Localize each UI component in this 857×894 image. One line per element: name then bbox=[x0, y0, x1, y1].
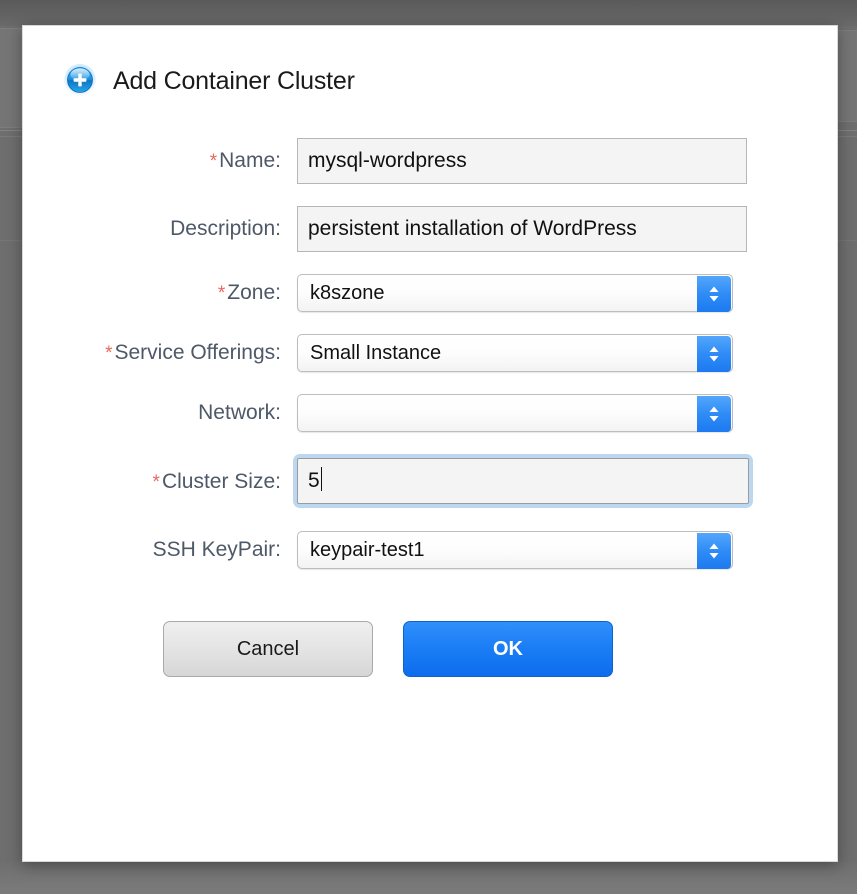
label-zone: *Zone: bbox=[23, 281, 297, 305]
dialog-footer: Cancel OK bbox=[23, 591, 837, 677]
label-name: *Name: bbox=[23, 149, 297, 173]
add-container-cluster-dialog: Add Container Cluster *Name: mysql-wordp… bbox=[22, 25, 838, 862]
service-offerings-select[interactable]: Small Instance bbox=[297, 334, 733, 372]
required-asterisk: * bbox=[209, 151, 218, 172]
dialog-header: Add Container Cluster bbox=[23, 26, 837, 98]
cluster-size-input[interactable]: 5 bbox=[297, 458, 749, 504]
cluster-size-focus-ring: 5 bbox=[293, 454, 753, 508]
name-input[interactable]: mysql-wordpress bbox=[297, 138, 747, 184]
dialog-title: Add Container Cluster bbox=[113, 66, 355, 95]
required-asterisk: * bbox=[105, 343, 113, 364]
text-caret bbox=[320, 467, 322, 491]
label-ssh-keypair-text: SSH KeyPair: bbox=[152, 538, 281, 561]
zone-select[interactable]: k8szone bbox=[297, 274, 733, 312]
form-row-service-offerings: *Service Offerings: Small Instance bbox=[23, 334, 837, 372]
form-row-network: Network: bbox=[23, 394, 837, 432]
cancel-button[interactable]: Cancel bbox=[163, 621, 373, 677]
label-description-text: Description: bbox=[170, 217, 281, 240]
required-asterisk: * bbox=[152, 471, 160, 493]
label-service-offerings-text: Service Offerings: bbox=[114, 341, 281, 364]
label-service-offerings: *Service Offerings: bbox=[23, 341, 297, 365]
backdrop-left-panel bbox=[0, 28, 22, 128]
label-name-text: Name: bbox=[219, 149, 281, 172]
form-row-name: *Name: mysql-wordpress bbox=[23, 138, 837, 184]
network-select[interactable] bbox=[297, 394, 733, 432]
chevron-updown-icon[interactable] bbox=[697, 396, 731, 432]
zone-select-value: k8szone bbox=[310, 281, 385, 304]
form-row-zone: *Zone: k8szone bbox=[23, 274, 837, 312]
service-offerings-select-value: Small Instance bbox=[310, 341, 442, 364]
description-input[interactable]: persistent installation of WordPress bbox=[297, 206, 747, 252]
backdrop-top-band bbox=[0, 0, 857, 26]
form-row-cluster-size: *Cluster Size: 5 bbox=[23, 454, 837, 509]
form-row-ssh-keypair: SSH KeyPair: keypair-test1 bbox=[23, 531, 837, 569]
label-cluster-size: *Cluster Size: bbox=[23, 470, 297, 494]
ssh-keypair-select[interactable]: keypair-test1 bbox=[297, 531, 733, 569]
cluster-form: *Name: mysql-wordpress Description: pers… bbox=[23, 98, 837, 569]
chevron-updown-icon[interactable] bbox=[697, 336, 731, 372]
backdrop-right-panel bbox=[837, 30, 857, 122]
label-cluster-size-text: Cluster Size: bbox=[161, 469, 281, 493]
cluster-size-value: 5 bbox=[308, 469, 320, 492]
form-row-description: Description: persistent installation of … bbox=[23, 206, 837, 252]
label-network-text: Network: bbox=[198, 401, 281, 424]
chevron-updown-icon[interactable] bbox=[697, 276, 731, 312]
chevron-updown-icon[interactable] bbox=[697, 533, 731, 569]
backdrop-bottom-band bbox=[0, 862, 857, 894]
label-ssh-keypair: SSH KeyPair: bbox=[23, 538, 297, 562]
label-network: Network: bbox=[23, 401, 297, 425]
add-plus-circle-icon bbox=[63, 64, 97, 98]
label-zone-text: Zone: bbox=[227, 281, 281, 304]
required-asterisk: * bbox=[217, 283, 226, 304]
label-description: Description: bbox=[23, 217, 297, 241]
ssh-keypair-select-value: keypair-test1 bbox=[310, 538, 425, 561]
ok-button[interactable]: OK bbox=[403, 621, 613, 677]
